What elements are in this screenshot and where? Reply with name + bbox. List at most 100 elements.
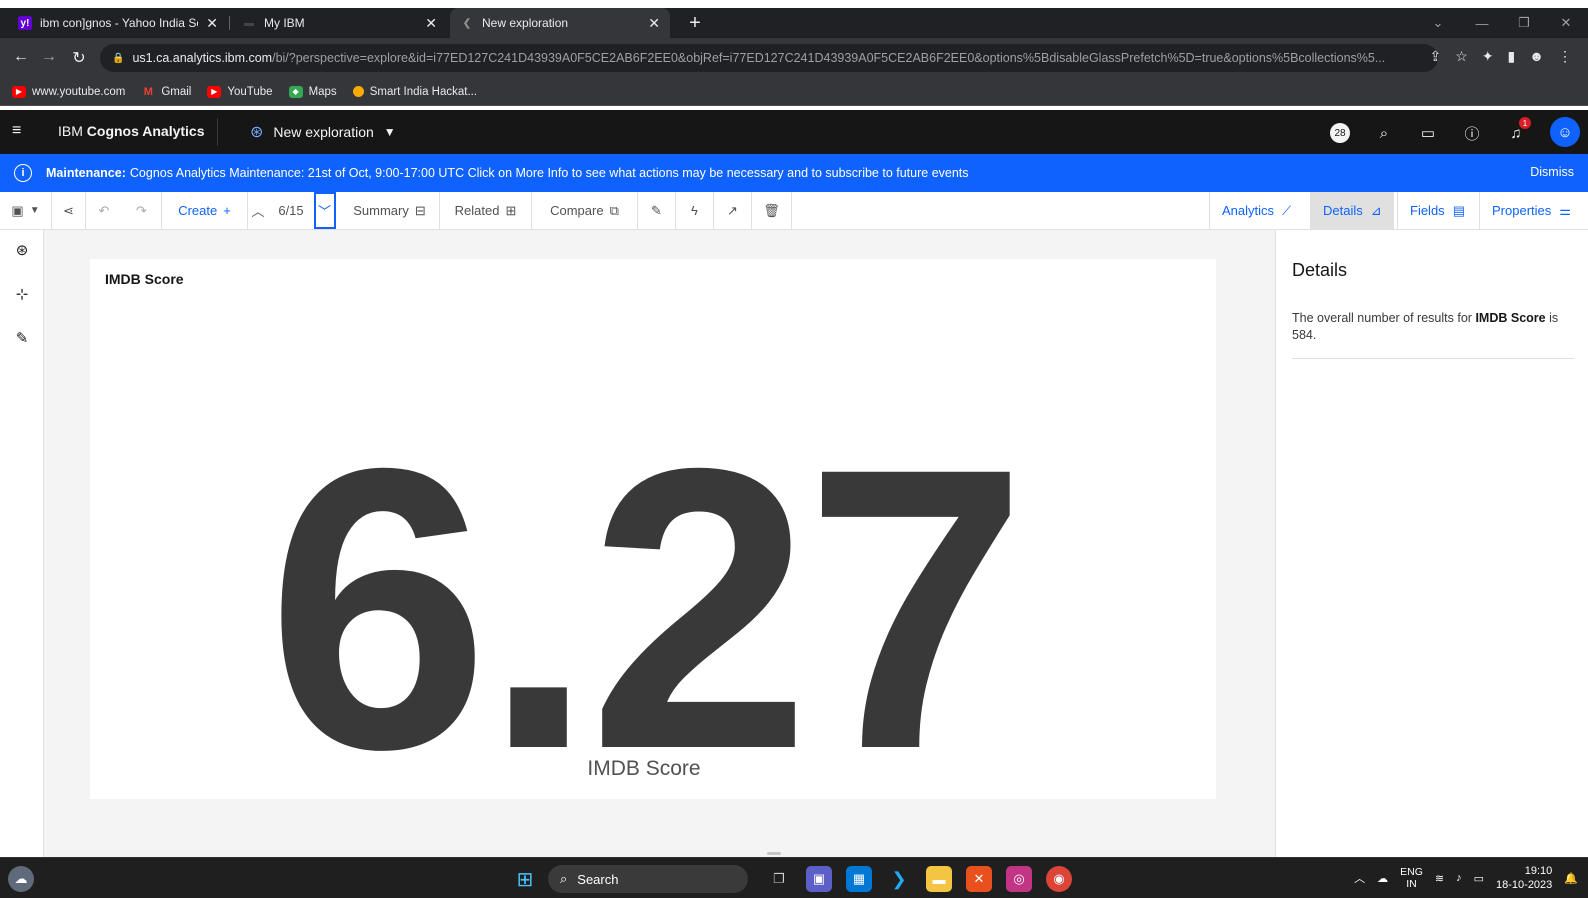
back-icon[interactable]: ← xyxy=(10,48,32,66)
clock[interactable]: 19:10 18-10-2023 xyxy=(1496,864,1552,892)
forecast-button[interactable]: ↗ xyxy=(714,192,752,229)
pin-icon: ✎ xyxy=(651,202,662,218)
minimize-icon[interactable]: — xyxy=(1462,8,1502,38)
task-view-icon[interactable]: ❐ xyxy=(766,866,792,892)
help-icon[interactable]: ⓘ xyxy=(1459,120,1485,146)
weather-icon[interactable]: ☁ xyxy=(8,866,34,892)
pin-icon[interactable]: ✎ xyxy=(12,328,32,348)
forward-icon[interactable]: → xyxy=(38,48,60,66)
exploration-title-menu[interactable]: ⊛ New exploration ▼ xyxy=(250,122,396,142)
previous-button[interactable]: ︿ xyxy=(248,192,268,229)
taskbar-search[interactable]: ⌕ Search xyxy=(548,865,748,893)
chevron-up-icon[interactable]: ︿ xyxy=(1354,870,1365,886)
lightning-icon: ϟ xyxy=(691,203,698,218)
notification-badge: 1 xyxy=(1519,117,1531,129)
instagram-icon[interactable]: ◎ xyxy=(1006,866,1032,892)
close-tab-icon[interactable]: ✕ xyxy=(206,15,218,32)
extensions-icon[interactable]: ✦ xyxy=(1482,48,1494,65)
resize-handle[interactable] xyxy=(767,852,781,855)
brand-prefix: IBM xyxy=(58,123,83,139)
kpi-card[interactable]: IMDB Score 6.27 IMDB Score xyxy=(90,259,1216,809)
delete-button[interactable]: 🗑 xyxy=(752,192,792,229)
browser-tab-new-exploration[interactable]: ❮ New exploration ✕ xyxy=(450,8,670,38)
tab-label: My IBM xyxy=(264,16,305,30)
undo-icon: ↶ xyxy=(98,202,110,218)
analytics-icon: ⟋ xyxy=(1282,202,1292,218)
language-indicator[interactable]: ENG IN xyxy=(1400,866,1423,890)
hamburger-menu-icon[interactable]: ≡ xyxy=(12,122,21,140)
dismiss-button[interactable]: Dismiss xyxy=(1530,165,1574,179)
notifications-icon[interactable]: ♫ 1 xyxy=(1503,117,1531,146)
tab-analytics[interactable]: Analytics ⟋ xyxy=(1209,192,1303,229)
tab-fields[interactable]: Fields ▤ xyxy=(1397,192,1477,229)
vscode-icon[interactable]: ❯ xyxy=(886,866,912,892)
url-bar[interactable]: 🔒 us1.ca.analytics.ibm.com /bi/?perspect… xyxy=(100,44,1438,72)
tab-properties[interactable]: Properties ⚌ xyxy=(1479,192,1583,229)
menu-kebab-icon[interactable]: ⋮ xyxy=(1558,48,1572,65)
compare-label: Compare xyxy=(550,203,604,218)
chrome-icon[interactable]: ◉ xyxy=(1046,866,1072,892)
teams-icon[interactable]: ▣ xyxy=(806,866,832,892)
pin-button[interactable]: ✎ xyxy=(638,192,676,229)
summary-button[interactable]: Summary ⊟ xyxy=(340,192,440,229)
star-icon[interactable]: ☆ xyxy=(1455,48,1468,65)
save-menu-button[interactable]: ▣ ▼ xyxy=(0,192,52,229)
user-avatar[interactable]: ☺ xyxy=(1550,117,1580,147)
close-tab-icon[interactable]: ✕ xyxy=(425,15,437,32)
plus-icon: + xyxy=(223,203,231,218)
yahoo-icon: y! xyxy=(18,16,32,30)
search-icon[interactable]: ⌕ xyxy=(1371,120,1397,146)
chat-icon[interactable]: ▭ xyxy=(1415,120,1441,146)
reload-icon[interactable]: ↻ xyxy=(68,48,90,68)
store-icon[interactable]: ▦ xyxy=(846,866,872,892)
relationship-diagram-icon[interactable]: ⊹ xyxy=(12,284,32,304)
share-button[interactable]: ⋖ xyxy=(52,192,86,229)
header-divider xyxy=(217,118,218,146)
summary-label: Summary xyxy=(353,203,409,218)
file-explorer-icon[interactable]: ▬ xyxy=(926,866,952,892)
undo-button[interactable]: ↶ xyxy=(86,192,122,229)
insights-button[interactable]: ϟ xyxy=(676,192,714,229)
tab-details[interactable]: Details ⊿ xyxy=(1310,192,1394,229)
xampp-icon[interactable]: ✕ xyxy=(966,866,992,892)
youtube-icon: ▶ xyxy=(207,85,222,98)
save-icon: ▣ xyxy=(11,202,24,218)
wifi-icon[interactable]: ≋ xyxy=(1435,872,1444,885)
bookmark-youtube[interactable]: ▶ YouTube xyxy=(207,85,273,98)
asset-count-badge: 28 xyxy=(1330,123,1350,143)
profile-icon[interactable]: ☻ xyxy=(1529,48,1544,65)
tab-search-icon[interactable]: ⌄ xyxy=(1418,8,1458,38)
banner-label: Maintenance: xyxy=(46,166,126,180)
asset-count[interactable]: 28 xyxy=(1327,120,1353,146)
bookmark-smart-india-hackathon[interactable]: Smart India Hackat... xyxy=(352,86,477,98)
lang-bottom: IN xyxy=(1406,878,1417,890)
cloud-icon[interactable]: ☁ xyxy=(1377,872,1388,885)
redo-button[interactable]: ↷ xyxy=(122,192,162,229)
new-tab-button[interactable]: + xyxy=(680,8,710,38)
notification-bell-icon[interactable]: 🔔 xyxy=(1564,872,1578,885)
bookmark-youtube-site[interactable]: ▶ www.youtube.com xyxy=(12,85,125,98)
restore-icon[interactable]: ❐ xyxy=(1504,8,1544,38)
close-window-icon[interactable]: ✕ xyxy=(1546,8,1586,38)
compare-icon: ⧉ xyxy=(609,202,619,218)
bookmark-gmail[interactable]: M Gmail xyxy=(141,86,192,98)
share-icon[interactable]: ⇪ xyxy=(1430,48,1442,65)
clock-time: 19:10 xyxy=(1524,865,1553,877)
bookmark-maps[interactable]: ◆ Maps xyxy=(288,85,337,98)
compare-button[interactable]: Compare ⧉ xyxy=(532,192,638,229)
info-icon: i xyxy=(14,164,32,182)
create-button[interactable]: Create + xyxy=(162,192,248,229)
side-panel-icon[interactable]: ▮ xyxy=(1508,48,1516,65)
battery-icon[interactable]: ▭ xyxy=(1474,872,1484,885)
browser-tab-bar: y! ibm con]gnos - Yahoo India Sea ✕ ▬ My… xyxy=(0,8,1588,38)
browser-tab-my-ibm[interactable]: ▬ My IBM ✕ xyxy=(232,8,447,38)
close-tab-icon[interactable]: ✕ xyxy=(648,15,660,32)
next-button[interactable]: ﹀ xyxy=(314,192,336,229)
search-icon: ⌕ xyxy=(560,871,568,886)
related-button[interactable]: Related ⊞ xyxy=(440,192,532,229)
kpi-value: 6.27 xyxy=(266,385,1028,832)
browser-tab-yahoo[interactable]: y! ibm con]gnos - Yahoo India Sea ✕ xyxy=(8,8,228,38)
volume-icon[interactable]: ♪ xyxy=(1456,872,1462,884)
explore-icon[interactable]: ⊛ xyxy=(12,240,32,260)
windows-start-icon[interactable]: ⊞ xyxy=(512,866,538,892)
